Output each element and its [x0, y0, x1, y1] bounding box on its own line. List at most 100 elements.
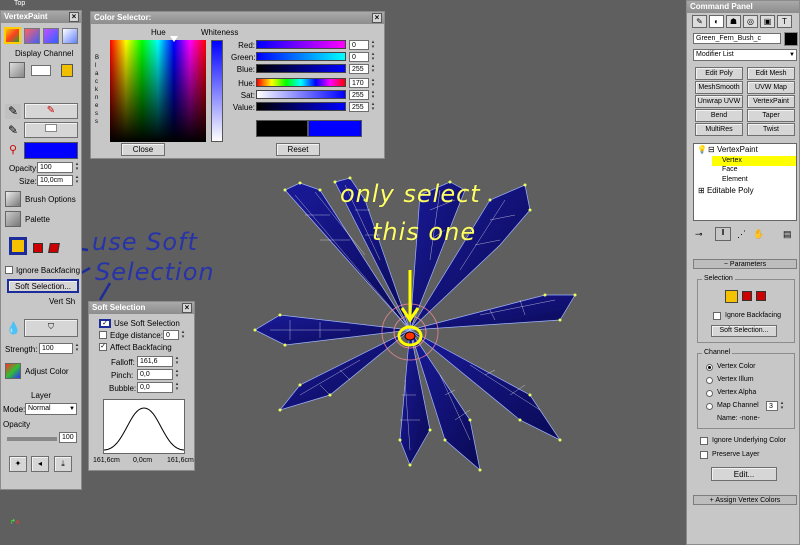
ignore-backfacing-checkbox[interactable]: [713, 312, 721, 320]
vertex-illum-radio[interactable]: [706, 377, 713, 384]
green-spinner[interactable]: ▴ ▾: [370, 52, 376, 62]
close-icon[interactable]: ×: [182, 303, 192, 313]
preserve-layer-checkbox[interactable]: [700, 451, 708, 459]
paint-color-swatch[interactable]: [24, 142, 78, 159]
stack-item-vertex[interactable]: Vertex: [712, 156, 796, 166]
brush-options-label[interactable]: Brush Options: [25, 195, 76, 204]
palette-label[interactable]: Palette: [25, 215, 50, 224]
hue-marker-icon[interactable]: [170, 36, 178, 42]
pinch-spinner[interactable]: ▴ ▾: [174, 369, 180, 379]
sat-slider[interactable]: [256, 90, 346, 99]
ignore-underlying-checkbox[interactable]: [700, 437, 708, 445]
modifier-button-twist[interactable]: Twist: [747, 123, 795, 136]
sat-spinner[interactable]: ▴ ▾: [370, 90, 376, 100]
falloff-field[interactable]: 161,6: [137, 356, 173, 367]
close-icon[interactable]: ×: [372, 13, 382, 23]
value-field[interactable]: 255: [349, 102, 369, 112]
edge-distance-checkbox[interactable]: [99, 331, 107, 339]
brush-options-icon[interactable]: [5, 191, 21, 207]
green-slider[interactable]: [256, 52, 346, 61]
edge-distance-field[interactable]: 0: [163, 330, 179, 340]
modifier-button-uvw-map[interactable]: UVW Map: [747, 81, 795, 94]
utilities-tab-icon[interactable]: T: [777, 15, 792, 28]
modifier-button-bend[interactable]: Bend: [695, 109, 743, 122]
assign-vertex-colors-rollout[interactable]: + Assign Vertex Colors: [693, 495, 797, 505]
cube-icon[interactable]: [9, 62, 25, 78]
soft-selection-button[interactable]: Soft Selection...: [711, 325, 777, 337]
shield-icon[interactable]: [62, 28, 78, 44]
strength-spinner[interactable]: ▴ ▾: [74, 343, 80, 353]
object-name-field[interactable]: Green_Fern_Bush_c: [693, 33, 781, 44]
red-field[interactable]: 0: [349, 40, 369, 50]
eyedropper-icon[interactable]: ⚲: [5, 143, 21, 158]
element-selection-icon[interactable]: [48, 243, 60, 253]
cube-shade-icon[interactable]: [43, 28, 59, 44]
modifier-button-taper[interactable]: Taper: [747, 109, 795, 122]
affect-backfacing-checkbox[interactable]: ✓: [99, 343, 107, 351]
value-spinner[interactable]: ▴ ▾: [370, 102, 376, 112]
modifier-button-edit-poly[interactable]: Edit Poly: [695, 67, 743, 80]
adjust-color-icon[interactable]: [5, 363, 21, 379]
value-slider[interactable]: [256, 102, 346, 111]
face-selection-icon[interactable]: [33, 243, 43, 253]
opacity-field[interactable]: 100: [37, 162, 73, 173]
opacity2-field[interactable]: 100: [59, 432, 77, 443]
element-select-icon[interactable]: [756, 291, 766, 301]
map-channel-spinner[interactable]: ▴ ▾: [779, 401, 785, 411]
edge-distance-spinner[interactable]: ▴ ▾: [180, 330, 186, 340]
remove-modifier-icon[interactable]: ✋: [753, 229, 764, 240]
bubble-spinner[interactable]: ▴ ▾: [174, 382, 180, 392]
strength-field[interactable]: 100: [39, 343, 73, 354]
sat-field[interactable]: 255: [349, 90, 369, 100]
edit-button[interactable]: Edit...: [711, 467, 777, 481]
ignore-backfacing-checkbox[interactable]: [5, 266, 13, 274]
hierarchy-tab-icon[interactable]: ☗: [726, 15, 741, 28]
use-soft-selection-checkbox[interactable]: ✓: [99, 319, 111, 328]
cube-color-icon[interactable]: [24, 28, 40, 44]
red-spinner[interactable]: ▴ ▾: [370, 40, 376, 50]
mode-select[interactable]: Normal ▼: [25, 403, 77, 415]
modifier-button-multires[interactable]: MultiRes: [695, 123, 743, 136]
make-unique-icon[interactable]: ⋰: [737, 229, 746, 240]
vertex-color-radio[interactable]: [706, 364, 713, 371]
erase-brush-icon[interactable]: ✎: [5, 123, 21, 138]
hue-field[interactable]: 170: [349, 78, 369, 88]
red-slider[interactable]: [256, 40, 346, 49]
vertex-selection-icon[interactable]: [9, 237, 27, 255]
blue-field[interactable]: 255: [349, 64, 369, 74]
opacity-spinner[interactable]: ▴ ▾: [74, 162, 80, 172]
display-tab-icon[interactable]: ▣: [760, 15, 775, 28]
modifier-button-unwrap-uvw[interactable]: Unwrap UVW: [695, 95, 743, 108]
vertex-alpha-radio[interactable]: [706, 390, 713, 397]
paint-button[interactable]: ✎: [24, 103, 78, 119]
shield-button[interactable]: ⛉: [24, 319, 78, 337]
close-icon[interactable]: ×: [69, 12, 79, 22]
hue-spectrum[interactable]: [110, 40, 206, 142]
pinch-field[interactable]: 0,0: [137, 369, 173, 380]
close-button[interactable]: Close: [121, 143, 165, 156]
modifier-stack[interactable]: 💡 ⊟ VertexPaint Vertex Face Element ⊞ Ed…: [693, 143, 797, 221]
parameters-rollout[interactable]: − Parameters: [693, 259, 797, 269]
stack-item-face[interactable]: Face: [722, 166, 738, 173]
blue-slider[interactable]: [256, 64, 346, 73]
soft-selection-button[interactable]: Soft Selection...: [7, 279, 79, 293]
opacity-slider[interactable]: [7, 437, 57, 441]
modifier-list-select[interactable]: Modifier List ▼: [693, 49, 797, 61]
size-spinner[interactable]: ▴ ▾: [74, 175, 80, 185]
bubble-field[interactable]: 0,0: [137, 382, 173, 393]
object-color-swatch[interactable]: [784, 32, 798, 46]
face-select-icon[interactable]: [742, 291, 752, 301]
green-field[interactable]: 0: [349, 52, 369, 62]
erase-button[interactable]: [24, 122, 78, 138]
whiteness-bar[interactable]: [211, 40, 223, 142]
palette-icon[interactable]: [5, 211, 21, 227]
size-field[interactable]: 10,0cm: [37, 175, 73, 186]
vertex-select-icon[interactable]: [725, 290, 738, 303]
merge-button[interactable]: ⤓: [54, 456, 72, 472]
create-tab-icon[interactable]: ✎: [692, 15, 707, 28]
lightbulb-icon[interactable]: 💡: [697, 145, 707, 154]
hue-slider[interactable]: [256, 78, 346, 87]
map-channel-radio[interactable]: [706, 403, 713, 410]
stack-item-editable-poly[interactable]: ⊞ Editable Poly: [698, 186, 754, 195]
modify-tab-icon[interactable]: ◐: [709, 15, 724, 28]
